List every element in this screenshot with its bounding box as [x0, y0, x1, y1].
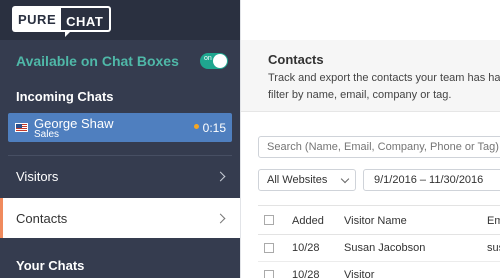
select-all-checkbox[interactable]: [264, 215, 274, 225]
purechat-logo[interactable]: PURE CHAT: [12, 6, 112, 37]
sidebar-item-visitors[interactable]: Visitors: [0, 156, 240, 196]
page-description: Track and export the contacts your team …: [268, 70, 500, 104]
page-header: Contacts Track and export the contacts y…: [241, 40, 500, 112]
chevron-right-icon: [215, 171, 226, 181]
table-header: Added Visitor Name Em: [258, 205, 500, 235]
page-description-line: filter by name, email, company or tag.: [268, 89, 452, 101]
logo-text-chat: CHAT: [61, 6, 112, 37]
logo-bar: PURE CHAT: [0, 0, 240, 40]
row-visitor-name: Visitor: [344, 269, 375, 278]
logo-text-pure: PURE: [12, 6, 62, 32]
column-header-email[interactable]: Em: [487, 215, 500, 227]
chat-department: Sales: [34, 129, 60, 140]
availability-label: Available on Chat Boxes: [16, 53, 179, 69]
incoming-chats-title: Incoming Chats: [16, 89, 114, 104]
page-description-line: Track and export the contacts your team …: [268, 72, 500, 84]
table-row[interactable]: 10/28 Susan Jacobson sus: [258, 235, 500, 262]
chat-timer: 0:15: [202, 121, 226, 135]
us-flag-icon: [15, 123, 28, 132]
main-content: Contacts Track and export the contacts y…: [240, 0, 500, 278]
page-title: Contacts: [268, 52, 324, 67]
toggle-state-label: on: [204, 55, 212, 62]
sidebar-item-label: Visitors: [16, 168, 59, 184]
incoming-chat-item[interactable]: George Shaw Sales 0:15: [8, 113, 232, 142]
column-header-added[interactable]: Added: [292, 215, 324, 227]
chevron-right-icon: [215, 213, 226, 223]
availability-row: Available on Chat Boxes on: [0, 40, 240, 82]
row-checkbox[interactable]: [264, 270, 274, 278]
table-row[interactable]: 10/28 Visitor: [258, 262, 500, 278]
toggle-knob: [213, 54, 227, 68]
date-range-select[interactable]: 9/1/2016 – 11/30/2016: [363, 169, 500, 191]
date-range-value: 9/1/2016 – 11/30/2016: [374, 174, 484, 186]
sidebar-item-contacts[interactable]: Contacts: [0, 198, 240, 238]
row-added: 10/28: [292, 242, 320, 254]
row-checkbox[interactable]: [264, 243, 274, 253]
sidebar-item-label: Contacts: [16, 210, 68, 226]
chevron-down-icon: [340, 174, 350, 184]
row-email: sus: [487, 242, 500, 254]
availability-toggle[interactable]: on: [200, 53, 228, 69]
sidebar: PURE CHAT Available on Chat Boxes on Inc…: [0, 0, 240, 278]
top-header: [241, 0, 500, 40]
column-header-visitor-name[interactable]: Visitor Name: [344, 215, 407, 227]
your-chats-title: Your Chats: [16, 258, 85, 273]
row-visitor-name: Susan Jacobson: [344, 242, 426, 254]
row-added: 10/28: [292, 269, 320, 278]
website-select[interactable]: All Websites: [258, 169, 356, 191]
website-select-value: All Websites: [267, 174, 328, 186]
search-input[interactable]: [258, 136, 500, 158]
chat-status-dot-icon: [194, 124, 199, 129]
